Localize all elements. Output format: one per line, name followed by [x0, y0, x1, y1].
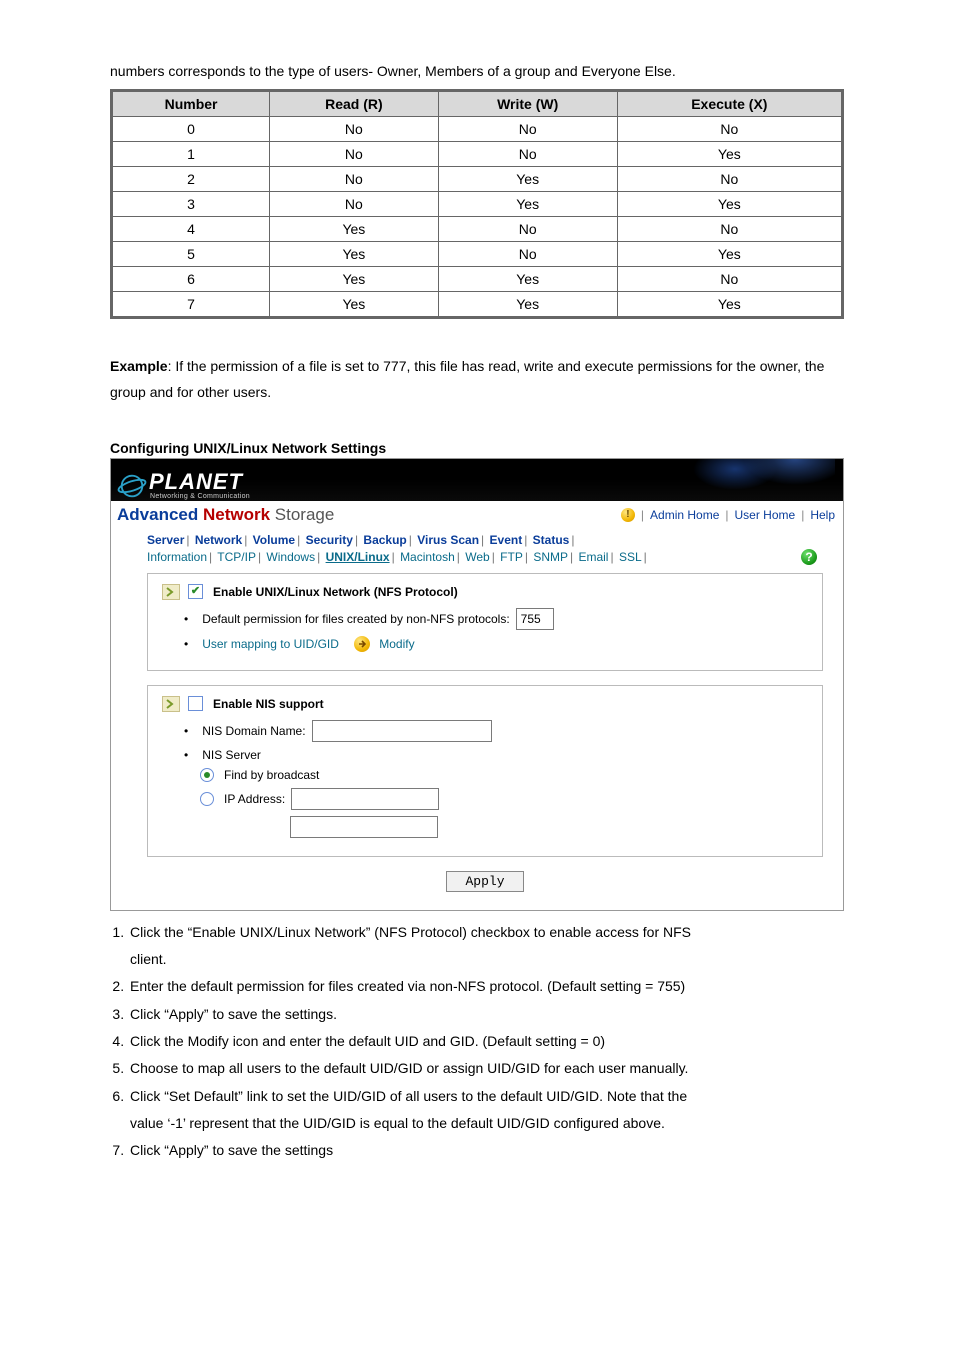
tab-server[interactable]: Server [147, 533, 184, 547]
ip-address-input[interactable] [291, 788, 439, 810]
title-bar: Advanced Network Storage ! | Admin Home … [111, 501, 843, 527]
step-7: Click “Apply” to save the settings [128, 1137, 844, 1164]
ip-address-label: IP Address: [224, 792, 285, 806]
tab-virus[interactable]: Virus Scan [417, 533, 479, 547]
tab-security[interactable]: Security [306, 533, 353, 547]
brand-logo: PLANET Networking & Communication [117, 471, 250, 501]
screenshot-panel: PLANET Networking & Communication Advanc… [110, 458, 844, 911]
step-5: Choose to map all users to the default U… [128, 1055, 844, 1082]
link-admin-home[interactable]: Admin Home [650, 508, 719, 522]
subtab-tcpip[interactable]: TCP/IP [217, 550, 256, 564]
arrow-right-icon [162, 584, 180, 600]
subtab-ssl[interactable]: SSL [619, 550, 642, 564]
planet-globe-icon [117, 471, 147, 501]
table-row: 0NoNoNo [112, 116, 843, 141]
user-mapping-label: User mapping to UID/GID [202, 637, 339, 651]
nis-domain-input[interactable] [312, 720, 492, 742]
example-label: Example [110, 358, 168, 374]
section-heading: Configuring UNIX/Linux Network Settings [110, 440, 844, 456]
table-row: 6YesYesNo [112, 266, 843, 291]
subtab-ftp[interactable]: FTP [500, 550, 523, 564]
table-row: 5YesNoYes [112, 241, 843, 266]
modify-link[interactable]: Modify [379, 637, 414, 651]
tab-backup[interactable]: Backup [363, 533, 406, 547]
tab-status[interactable]: Status [533, 533, 570, 547]
th-read: Read (R) [270, 90, 439, 116]
brand-decoration [675, 459, 835, 501]
header-links: ! | Admin Home | User Home | Help [621, 508, 835, 522]
link-help[interactable]: Help [810, 508, 835, 522]
alert-icon[interactable]: ! [621, 508, 635, 522]
table-row: 3NoYesYes [112, 191, 843, 216]
default-permission-input[interactable] [516, 608, 554, 630]
link-user-home[interactable]: User Home [735, 508, 796, 522]
find-by-broadcast-radio[interactable] [200, 768, 214, 782]
secondary-tabs: Information| TCP/IP| Windows| UNIX/Linux… [147, 550, 649, 564]
nis-groupbox: Enable NIS support NIS Domain Name: NIS … [147, 685, 823, 857]
modify-icon[interactable] [354, 636, 370, 652]
subtab-macintosh[interactable]: Macintosh [400, 550, 455, 564]
step-1: Click the “Enable UNIX/Linux Network” (N… [128, 919, 844, 974]
enable-nfs-label: Enable UNIX/Linux Network (NFS Protocol) [213, 585, 458, 599]
tab-network[interactable]: Network [195, 533, 242, 547]
apply-button[interactable]: Apply [446, 871, 523, 892]
brand-subtitle: Networking & Communication [150, 493, 250, 500]
nis-server-label: NIS Server [202, 748, 261, 762]
tab-volume[interactable]: Volume [253, 533, 295, 547]
step-4: Click the Modify icon and enter the defa… [128, 1028, 844, 1055]
example-paragraph: Example: If the permission of a file is … [110, 353, 844, 406]
brand-name: PLANET [149, 471, 250, 495]
subtab-web[interactable]: Web [465, 550, 489, 564]
table-row: 2NoYesNo [112, 166, 843, 191]
tab-event[interactable]: Event [490, 533, 523, 547]
help-icon[interactable]: ? [801, 549, 817, 565]
subtab-windows[interactable]: Windows [266, 550, 315, 564]
subtab-unixlinux[interactable]: UNIX/Linux [326, 550, 390, 564]
step-2: Enter the default permission for files c… [128, 973, 844, 1000]
enable-nis-checkbox[interactable] [188, 696, 203, 711]
th-number: Number [112, 90, 270, 116]
ip-address-input-2[interactable] [290, 816, 438, 838]
th-write: Write (W) [438, 90, 617, 116]
step-6: Click “Set Default” link to set the UID/… [128, 1083, 844, 1138]
table-row: 7YesYesYes [112, 291, 843, 317]
subtab-email[interactable]: Email [578, 550, 608, 564]
table-row: 1NoNoYes [112, 141, 843, 166]
ip-address-radio[interactable] [200, 792, 214, 806]
nfs-groupbox: Enable UNIX/Linux Network (NFS Protocol)… [147, 573, 823, 671]
enable-nis-label: Enable NIS support [213, 697, 324, 711]
intro-text: numbers corresponds to the type of users… [110, 58, 844, 85]
step-3: Click “Apply” to save the settings. [128, 1001, 844, 1028]
product-title: Advanced Network Storage [117, 505, 334, 525]
subtab-information[interactable]: Information [147, 550, 207, 564]
example-text: : If the permission of a file is set to … [110, 358, 824, 401]
default-permission-label: Default permission for files created by … [202, 612, 509, 626]
permissions-table: Number Read (R) Write (W) Execute (X) 0N… [110, 89, 844, 319]
find-by-broadcast-label: Find by broadcast [224, 768, 319, 782]
enable-nfs-checkbox[interactable] [188, 584, 203, 599]
nis-domain-label: NIS Domain Name: [202, 724, 305, 738]
arrow-right-icon [162, 696, 180, 712]
subtab-snmp[interactable]: SNMP [533, 550, 568, 564]
brand-bar: PLANET Networking & Communication [111, 459, 843, 501]
table-row: 4YesNoNo [112, 216, 843, 241]
th-execute: Execute (X) [617, 90, 842, 116]
instruction-list: Click the “Enable UNIX/Linux Network” (N… [110, 919, 844, 1165]
primary-tabs: Server| Network| Volume| Security| Backu… [147, 533, 823, 547]
